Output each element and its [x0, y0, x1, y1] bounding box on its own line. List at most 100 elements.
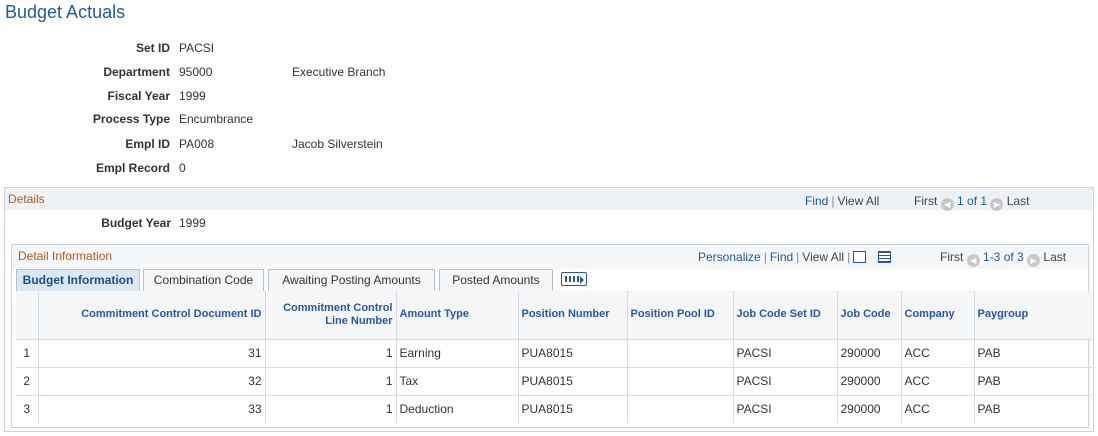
field-process-type: Process Type [0, 111, 170, 127]
paygroup-cell: PAB [973, 338, 1092, 367]
field-department: Department [0, 64, 170, 80]
column-header-job-code-set-id: Job Code Set ID [732, 291, 837, 339]
company-cell: ACC [900, 394, 974, 423]
position-pool-id-cell [626, 366, 733, 395]
row-number: 2 [16, 366, 38, 395]
amount-type-cell: Earning [395, 338, 518, 367]
field-set-id: Set ID [0, 40, 170, 56]
row-number: 3 [16, 394, 38, 423]
tab-posted-amounts[interactable]: Posted Amounts [439, 269, 553, 291]
column-header-company: Company [900, 291, 974, 339]
line-number-cell: 1 [264, 394, 396, 423]
last-label: Last [1043, 250, 1067, 264]
company-cell: ACC [900, 338, 974, 367]
paygroup-cell: PAB [973, 394, 1092, 423]
personalize-link[interactable]: Personalize [698, 250, 761, 264]
field-value: PACSI [179, 41, 215, 55]
field-label: Department [103, 65, 170, 79]
detail-info-pager: First ◀ 1-3 of 3 ▶ Last [940, 250, 1066, 267]
document-id-cell: 33 [37, 394, 265, 423]
page-title: Budget Actuals [5, 2, 126, 22]
company-cell: ACC [900, 366, 974, 395]
job-code-set-id-cell: PACSI [732, 338, 837, 367]
left-arrow-icon[interactable]: ◀ [940, 198, 954, 211]
position-number-cell: PUA8015 [517, 338, 627, 367]
detail-info-nav: Personalize | Find | View All | [698, 250, 891, 264]
field-label: Empl ID [125, 137, 170, 151]
detail-info-header: Detail Information Personalize | Find | View… [12, 245, 1088, 269]
column-header-position-number: Position Number [517, 291, 627, 339]
download-icon[interactable] [877, 251, 891, 263]
position-number-cell: PUA8015 [517, 366, 627, 395]
separator: | [796, 250, 800, 264]
separator: | [831, 194, 835, 208]
document-id-cell: 32 [37, 366, 265, 395]
details-pager: First ◀ 1 of 1 ▶ Last [914, 194, 1029, 211]
separator: | [763, 250, 767, 264]
details-section: Details Find | View All First ◀ 1 of 1 ▶ L… [4, 187, 1094, 432]
field-description: Executive Branch [292, 65, 386, 79]
detail-info-title: Detail Information [18, 249, 113, 263]
column-header-line-number: Commitment Control Line Number [264, 291, 396, 339]
field-value: Encumbrance [179, 112, 254, 126]
table-header-row: Commitment Control Document ID Commitmen… [16, 291, 1092, 339]
table-row: 2 32 1 Tax PUA8015 PACSI 290000 ACC PAB [16, 366, 1092, 395]
tab-budget-information[interactable]: Budget Information [16, 269, 140, 291]
field-value: PA008 [179, 137, 215, 151]
tab-combination-code[interactable]: Combination Code [143, 269, 264, 291]
line-number-cell: 1 [264, 366, 396, 395]
tab-awaiting-posting-amounts[interactable]: Awaiting Posting Amounts [268, 269, 435, 291]
field-value: 95000 [179, 65, 213, 79]
job-code-set-id-cell: PACSI [732, 366, 837, 395]
show-all-columns-icon[interactable] [561, 272, 587, 286]
job-code-set-id-cell: PACSI [732, 394, 837, 423]
paygroup-cell: PAB [973, 366, 1092, 395]
field-value: 1999 [179, 89, 206, 103]
position-number-cell: PUA8015 [517, 394, 627, 423]
left-arrow-icon[interactable]: ◀ [966, 254, 980, 267]
column-header-row-number [16, 291, 38, 339]
budget-year-label: Budget Year [101, 216, 171, 230]
amount-type-cell: Tax [395, 366, 518, 395]
find-link[interactable]: Find [770, 250, 793, 264]
document-id-cell: 31 [37, 338, 265, 367]
column-header-job-code: Job Code [836, 291, 901, 339]
line-number-cell: 1 [264, 338, 396, 367]
range-label: 1 of 1 [957, 194, 988, 208]
amount-type-cell: Deduction [395, 394, 518, 423]
row-number: 1 [16, 338, 38, 367]
field-label: Process Type [92, 112, 170, 126]
budget-year-value: 1999 [179, 216, 206, 230]
field-value: 0 [179, 161, 186, 175]
field-empl-id: Empl ID [0, 136, 170, 152]
field-fiscal-year: Fiscal Year [0, 88, 171, 104]
field-empl-record: Empl Record [0, 160, 170, 176]
table-row: 1 31 1 Earning PUA8015 PACSI 290000 ACC … [16, 338, 1092, 367]
detail-information-section: Detail Information Personalize | Find | View… [11, 244, 1092, 428]
zoom-icon[interactable] [853, 251, 867, 263]
details-title: Details [8, 192, 45, 206]
field-description: Jacob Silverstein [292, 137, 383, 151]
job-code-cell: 290000 [836, 338, 901, 367]
separator: | [847, 250, 851, 264]
find-link[interactable]: Find [805, 194, 828, 208]
first-label: First [914, 194, 938, 208]
position-pool-id-cell [626, 338, 733, 367]
job-code-cell: 290000 [836, 394, 901, 423]
field-label: Fiscal Year [107, 89, 171, 103]
table-row: 3 33 1 Deduction PUA8015 PACSI 290000 AC… [16, 394, 1092, 423]
range-label: 1-3 of 3 [983, 250, 1024, 264]
column-header-position-pool-id: Position Pool ID [626, 291, 733, 339]
budget-information-table: Commitment Control Document ID Commitmen… [16, 291, 1092, 423]
position-pool-id-cell [626, 394, 733, 423]
field-label: Empl Record [95, 161, 170, 175]
right-arrow-icon[interactable]: ▶ [990, 198, 1004, 211]
job-code-cell: 290000 [836, 366, 901, 395]
view-all-link[interactable]: View All [837, 194, 879, 208]
first-label: First [940, 250, 964, 264]
details-header: Details Find | View All First ◀ 1 of 1 ▶ L… [5, 188, 1093, 211]
view-all-link[interactable]: View All [802, 250, 844, 264]
field-label: Set ID [135, 41, 170, 55]
column-header-document-id: Commitment Control Document ID [37, 291, 265, 339]
right-arrow-icon[interactable]: ▶ [1027, 254, 1041, 267]
